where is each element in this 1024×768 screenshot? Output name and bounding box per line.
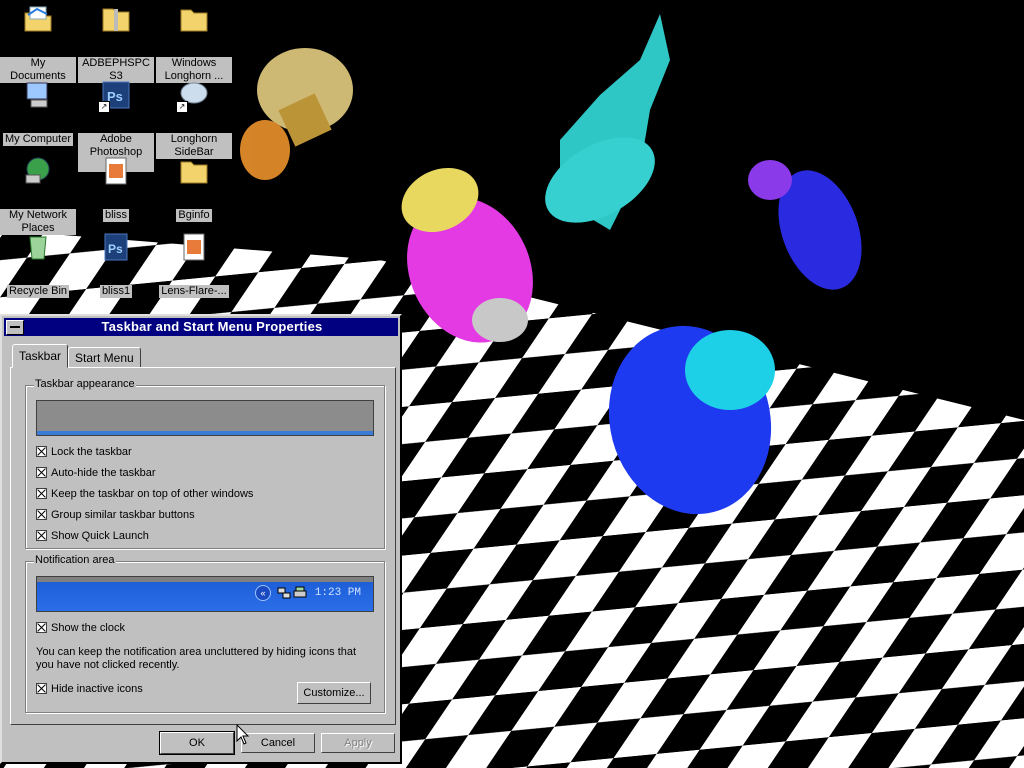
tab-panel: Taskbar appearance Lock the taskbar Auto… [10,367,396,725]
taskbar-appearance-group: Taskbar appearance Lock the taskbar Auto… [25,378,385,549]
group-title: Notification area [34,554,116,566]
dialog-title: Taskbar and Start Menu Properties [101,319,323,334]
checkbox-label: Show Quick Launch [51,530,149,542]
checkbox-label: Lock the taskbar [51,446,132,458]
desktop-icon-label: Bginfo [176,209,212,222]
chevron-left-icon: « [255,585,271,601]
printer-tray-icon [293,586,307,598]
checkbox-icon [36,467,47,478]
tab-start-menu[interactable]: Start Menu [68,347,141,367]
checkbox-label: Show the clock [51,622,125,634]
clock-preview: 1:23 PM [314,587,361,599]
show-clock-checkbox[interactable]: Show the clock [36,620,125,636]
checkbox-label: Hide inactive icons [51,683,143,695]
system-menu-icon[interactable] [6,320,24,335]
taskbar-preview [36,400,374,436]
folder-icon [178,155,210,187]
sidebar-icon: ↗ [176,79,210,113]
apply-button[interactable]: Apply [321,733,395,753]
desktop-icon-label: My Computer [2,133,74,146]
checkbox-label: Keep the taskbar on top of other windows [51,488,254,500]
desktop-icon[interactable]: My Documents [0,3,76,84]
customize-button[interactable]: Customize... [297,682,371,704]
desktop-icon[interactable]: Lens-Flare-... [156,231,232,299]
checkbox-icon [36,683,47,694]
group-title: Taskbar appearance [34,378,136,390]
ok-button[interactable]: OK [159,731,235,755]
checkbox-icon [36,488,47,499]
checkbox-label: Group similar taskbar buttons [51,509,195,521]
show-quick-launch-checkbox[interactable]: Show Quick Launch [36,528,149,544]
desktop-icon-label: Recycle Bin [6,285,70,298]
notification-area-group: Notification area « 1:23 PM Show the clo… [25,554,385,713]
network-tray-icon [277,587,291,599]
image-file-icon [178,231,210,263]
group-buttons-checkbox[interactable]: Group similar taskbar buttons [36,507,195,523]
network-places-icon [22,155,54,187]
mouse-cursor-icon [236,724,250,745]
shortcut-arrow-icon: ↗ [176,101,188,113]
image-file-icon [100,155,132,187]
zip-folder-icon [100,3,132,35]
desktop-icon-label: bliss1 [99,285,133,298]
tab-taskbar[interactable]: Taskbar [12,344,69,368]
shortcut-arrow-icon: ↗ [98,101,110,113]
desktop-icon[interactable]: bliss [78,155,154,223]
notification-description: You can keep the notification area unclu… [36,646,357,671]
svg-text:Ps: Ps [108,242,123,256]
cancel-button[interactable]: Cancel [241,733,315,753]
folder-icon [178,3,210,35]
notification-preview: « 1:23 PM [36,576,374,612]
checkbox-label: Auto-hide the taskbar [51,467,156,479]
desktop-icon[interactable]: Windows Longhorn ... [156,3,232,84]
desktop-icon[interactable]: Bginfo [156,155,232,223]
desktop-icon[interactable]: Ps bliss1 [78,231,154,299]
lock-taskbar-checkbox[interactable]: Lock the taskbar [36,444,132,460]
my-documents-icon [22,3,54,35]
psd-file-icon: Ps [100,231,132,263]
desktop-icon-label: Lens-Flare-... [159,285,229,298]
keep-on-top-checkbox[interactable]: Keep the taskbar on top of other windows [36,486,253,502]
hide-inactive-icons-checkbox[interactable]: Hide inactive icons [36,681,143,697]
checkbox-icon [36,446,47,457]
title-bar[interactable]: Taskbar and Start Menu Properties [4,318,398,336]
photoshop-icon: Ps ↗ [98,79,132,113]
desktop-icon[interactable]: ADBEPHSPCS3 [78,3,154,84]
desktop-icon[interactable]: My Computer [0,79,76,147]
desktop-icon[interactable]: ↗ Longhorn SideBar [156,79,232,160]
desktop-icon[interactable]: My Network Places [0,155,76,236]
desktop-icon-label: bliss [102,209,129,222]
checkbox-icon [36,622,47,633]
checkbox-icon [36,509,47,520]
taskbar-properties-dialog: Taskbar and Start Menu Properties Taskba… [0,314,402,764]
recycle-bin-icon [22,231,54,263]
auto-hide-checkbox[interactable]: Auto-hide the taskbar [36,465,156,481]
my-computer-icon [22,79,54,111]
desktop-icon[interactable]: Recycle Bin [0,231,76,299]
checkbox-icon [36,530,47,541]
